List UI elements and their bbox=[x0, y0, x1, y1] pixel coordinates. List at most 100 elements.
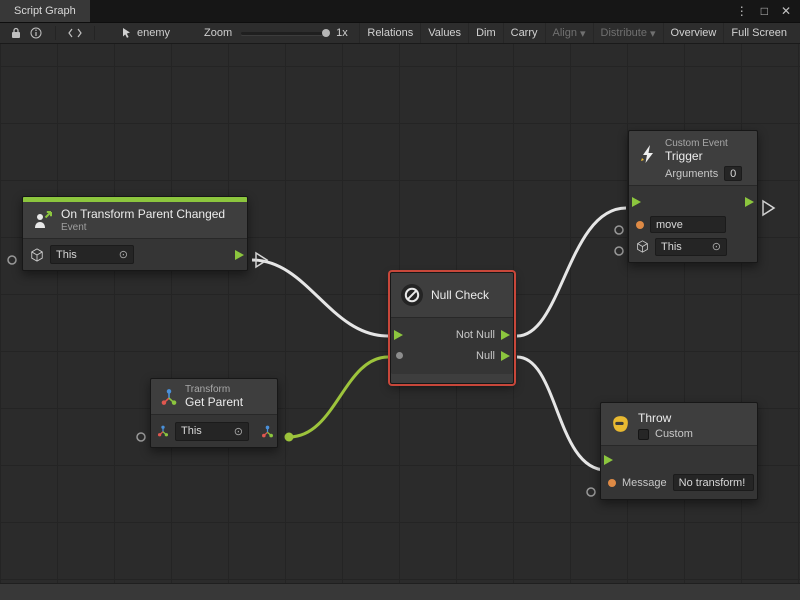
node-header: Null Check bbox=[391, 273, 513, 317]
node-body: This ⊙ bbox=[23, 238, 247, 270]
node-header: Custom Event Trigger Arguments 0 bbox=[629, 131, 757, 185]
node-title: Null Check bbox=[431, 288, 489, 302]
control-output-port[interactable] bbox=[745, 197, 754, 207]
zoom-slider[interactable] bbox=[241, 26, 327, 40]
code-icon[interactable] bbox=[65, 24, 85, 42]
fullscreen-button[interactable]: Full Screen bbox=[723, 23, 794, 43]
event-name-field[interactable]: move bbox=[650, 216, 726, 233]
zoom-label: Zoom bbox=[204, 27, 232, 39]
node-titles: Transform Get Parent bbox=[185, 384, 243, 409]
node-throw[interactable]: Throw Custom Message No transform! bbox=[600, 402, 758, 500]
string-input-port[interactable] bbox=[636, 221, 644, 229]
lock-icon[interactable] bbox=[6, 24, 26, 42]
node-title: Throw bbox=[638, 411, 693, 425]
node-body: Not Null Null bbox=[391, 317, 513, 374]
graph-canvas[interactable]: On Transform Parent Changed Event This ⊙ bbox=[0, 44, 800, 583]
node-title: On Transform Parent Changed bbox=[61, 207, 225, 221]
zoom-slider-track bbox=[241, 32, 327, 35]
overview-button[interactable]: Overview bbox=[663, 23, 724, 43]
node-null-check[interactable]: Null Check Not Null Null bbox=[390, 272, 514, 384]
node-on-transform-parent-changed[interactable]: On Transform Parent Changed Event This ⊙ bbox=[22, 196, 248, 271]
this-dropdown[interactable]: This ⊙ bbox=[50, 245, 134, 264]
port-label: Null bbox=[476, 350, 495, 362]
getparent-this-port[interactable] bbox=[137, 433, 145, 441]
node-title: Get Parent bbox=[185, 395, 243, 409]
custom-toggle-row: Custom bbox=[638, 428, 693, 440]
window-controls: ⋮ □ ✕ bbox=[736, 0, 800, 22]
pointer-icon bbox=[122, 27, 132, 39]
tab-title: Script Graph bbox=[14, 5, 76, 17]
wire-null-to-throw[interactable] bbox=[517, 357, 606, 470]
node-header: Throw Custom bbox=[601, 403, 757, 445]
gameobject-cube-icon bbox=[30, 248, 44, 262]
tab-bar: Script Graph ⋮ □ ✕ bbox=[0, 0, 800, 22]
port-label: Not Null bbox=[456, 329, 495, 341]
carry-button[interactable]: Carry bbox=[503, 23, 545, 43]
wire-start-dot bbox=[285, 433, 294, 442]
control-input-port[interactable] bbox=[604, 455, 613, 465]
throw-message-port[interactable] bbox=[587, 488, 595, 496]
node-get-parent[interactable]: Transform Get Parent This ⊙ bbox=[150, 378, 278, 448]
trigger-this-port[interactable] bbox=[615, 247, 623, 255]
flow-arrow-indicator bbox=[763, 201, 774, 215]
throw-exception-icon bbox=[610, 414, 631, 435]
tab-script-graph[interactable]: Script Graph bbox=[0, 0, 90, 22]
wire-notnull-to-trigger[interactable] bbox=[517, 208, 626, 336]
zoom-control: Zoom 1x bbox=[204, 26, 348, 40]
transform-icon bbox=[157, 425, 169, 437]
null-check-icon bbox=[400, 283, 424, 307]
dim-button[interactable]: Dim bbox=[468, 23, 503, 43]
node-title: Trigger bbox=[665, 149, 742, 163]
menu-icon[interactable]: ⋮ bbox=[736, 5, 748, 17]
node-header: Transform Get Parent bbox=[151, 379, 277, 414]
this-dropdown[interactable]: This ⊙ bbox=[655, 238, 727, 256]
node-body: move This ⊙ bbox=[629, 185, 757, 262]
graph-reference[interactable]: enemy bbox=[122, 27, 170, 39]
control-input-port[interactable] bbox=[394, 330, 403, 340]
wire-event-to-nullcheck[interactable] bbox=[252, 260, 388, 336]
node-subtitle: Event bbox=[61, 222, 225, 233]
close-icon[interactable]: ✕ bbox=[781, 5, 791, 17]
node-body: Message No transform! bbox=[601, 445, 757, 499]
message-field[interactable]: No transform! bbox=[673, 474, 754, 491]
relations-button[interactable]: Relations bbox=[359, 23, 420, 43]
string-input-port[interactable] bbox=[608, 479, 616, 487]
arguments-field[interactable]: 0 bbox=[724, 166, 742, 181]
chevron-down-icon: ▾ bbox=[580, 27, 586, 40]
maximize-icon[interactable]: □ bbox=[761, 5, 768, 17]
custom-checkbox[interactable] bbox=[638, 429, 649, 440]
object-picker-icon[interactable]: ⊙ bbox=[234, 425, 243, 438]
event-this-port[interactable] bbox=[8, 256, 16, 264]
node-trigger-custom-event[interactable]: Custom Event Trigger Arguments 0 move bbox=[628, 130, 758, 263]
control-input-port[interactable] bbox=[632, 197, 641, 207]
value-input-port[interactable] bbox=[396, 352, 403, 359]
zoom-value: 1x bbox=[336, 27, 348, 39]
wire-getparent-to-nullcheck[interactable] bbox=[289, 357, 388, 437]
node-header: On Transform Parent Changed Event bbox=[23, 202, 247, 238]
distribute-dropdown-button[interactable]: Distribute▾ bbox=[593, 23, 663, 43]
transform-output-port[interactable] bbox=[261, 425, 274, 438]
transform-parent-changed-icon bbox=[32, 209, 54, 231]
node-titles: On Transform Parent Changed Event bbox=[61, 207, 225, 233]
unity-window: Script Graph ⋮ □ ✕ enemy Zoom bbox=[0, 0, 800, 600]
control-output-port[interactable] bbox=[235, 250, 244, 260]
zoom-slider-thumb[interactable] bbox=[322, 29, 330, 37]
not-null-output-port[interactable] bbox=[501, 330, 510, 340]
arguments-label: Arguments bbox=[665, 168, 718, 180]
gameobject-cube-icon bbox=[636, 240, 649, 253]
object-picker-icon[interactable]: ⊙ bbox=[712, 240, 721, 253]
this-dropdown[interactable]: This ⊙ bbox=[175, 422, 249, 441]
toolbar-separator bbox=[94, 26, 95, 40]
transform-icon bbox=[160, 388, 178, 406]
toolbar-separator bbox=[55, 26, 56, 40]
chevron-down-icon: ▾ bbox=[650, 27, 656, 40]
values-button[interactable]: Values bbox=[420, 23, 468, 43]
graph-name: enemy bbox=[137, 27, 170, 39]
trigger-name-port[interactable] bbox=[615, 226, 623, 234]
align-dropdown-button[interactable]: Align▾ bbox=[545, 23, 593, 43]
info-icon[interactable] bbox=[26, 24, 46, 42]
toolbar-buttons: Relations Values Dim Carry Align▾ Distri… bbox=[359, 23, 794, 43]
object-picker-icon[interactable]: ⊙ bbox=[119, 248, 128, 261]
bottom-strip bbox=[0, 583, 800, 600]
null-output-port[interactable] bbox=[501, 351, 510, 361]
